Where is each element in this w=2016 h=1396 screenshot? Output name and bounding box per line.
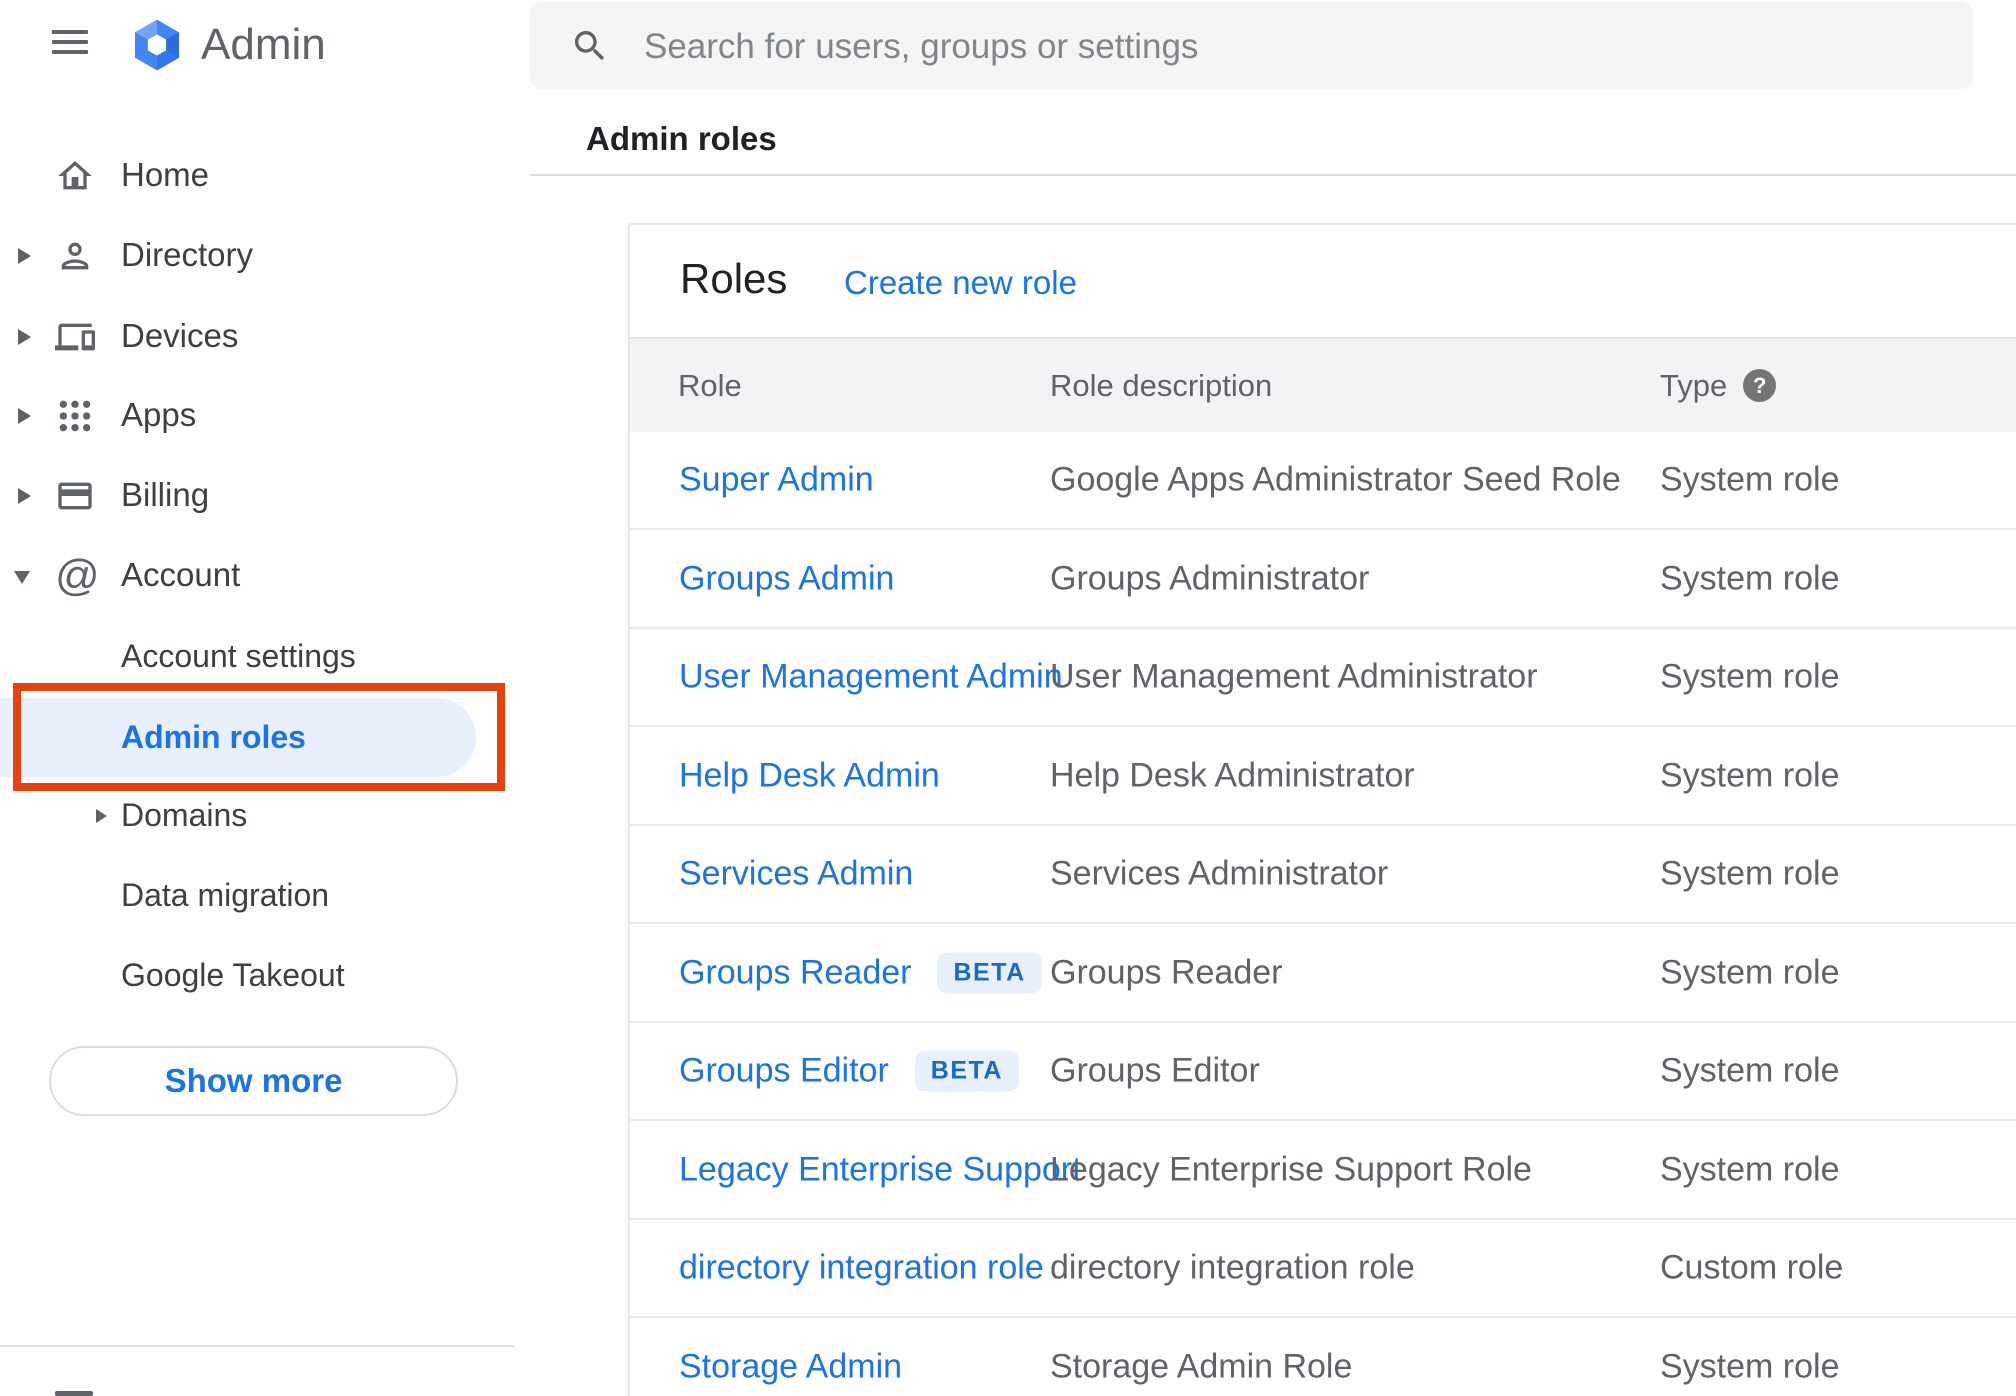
breadcrumb: Admin roles bbox=[586, 120, 777, 157]
app-title: Admin bbox=[201, 20, 326, 69]
column-header-role: Role bbox=[678, 367, 742, 403]
roles-card: Roles Create new role Role Role descript… bbox=[628, 223, 2016, 1396]
role-description: User Management Administrator bbox=[1050, 657, 1538, 696]
sidebar-item-apps[interactable]: Apps bbox=[0, 376, 514, 456]
table-row: Legacy Enterprise Support Legacy Enterpr… bbox=[630, 1122, 2016, 1220]
sidebar-item-directory[interactable]: Directory bbox=[0, 216, 514, 296]
role-link[interactable]: Storage Admin bbox=[679, 1348, 902, 1387]
sidebar-item-label: Data migration bbox=[121, 876, 330, 913]
table-row: Super Admin Google Apps Administrator Se… bbox=[630, 432, 2016, 530]
sidebar-item-billing[interactable]: Billing bbox=[0, 456, 514, 536]
sidebar-item-label: Account settings bbox=[121, 637, 356, 674]
sidebar-item-label: Devices bbox=[121, 317, 239, 355]
chevron-right-icon bbox=[96, 809, 107, 823]
show-more-label: Show more bbox=[164, 1062, 343, 1099]
table-row: directory integration role directory int… bbox=[630, 1220, 2016, 1318]
table-row: Help Desk Admin Help Desk Administrator … bbox=[630, 728, 2016, 826]
role-description: Legacy Enterprise Support Role bbox=[1050, 1150, 1532, 1189]
sidebar-divider bbox=[0, 1345, 514, 1347]
sidebar-item-domains[interactable]: Domains bbox=[0, 776, 514, 856]
sidebar-item-data-migration[interactable]: Data migration bbox=[0, 856, 514, 936]
role-type: Custom role bbox=[1660, 1248, 1844, 1287]
chevron-right-icon bbox=[18, 329, 31, 345]
sidebar-item-label: Admin roles bbox=[121, 718, 306, 755]
sidebar-item-label: Apps bbox=[121, 396, 197, 434]
role-type: System role bbox=[1660, 1347, 1840, 1386]
role-type: System role bbox=[1660, 460, 1840, 499]
role-description: Groups Reader bbox=[1050, 953, 1283, 992]
search-input[interactable] bbox=[642, 2, 1946, 91]
table-row: Services Admin Services Administrator Sy… bbox=[630, 826, 2016, 924]
devices-icon bbox=[55, 317, 95, 357]
sidebar-item-label: Home bbox=[121, 156, 210, 194]
column-header-type: Type ? bbox=[1660, 368, 1777, 404]
apps-grid-icon bbox=[55, 396, 95, 436]
help-icon[interactable]: ? bbox=[1743, 369, 1777, 402]
role-type: System role bbox=[1660, 657, 1840, 696]
sidebar-item-account[interactable]: @ Account bbox=[0, 536, 514, 616]
sidebar-item-label: Account bbox=[121, 556, 241, 594]
role-type: System role bbox=[1660, 953, 1840, 992]
role-description: Help Desk Administrator bbox=[1050, 756, 1415, 795]
role-description: Google Apps Administrator Seed Role bbox=[1050, 460, 1621, 499]
sidebar-item-admin-roles[interactable]: Admin roles bbox=[0, 698, 476, 777]
menu-icon[interactable] bbox=[52, 30, 88, 54]
show-more-button[interactable]: Show more bbox=[49, 1046, 458, 1116]
at-sign-icon: @ bbox=[55, 551, 100, 600]
sidebar-item-label: Google Takeout bbox=[121, 956, 345, 993]
beta-badge: BETA bbox=[937, 952, 1042, 994]
role-link[interactable]: directory integration role bbox=[679, 1249, 1044, 1288]
home-icon bbox=[55, 156, 95, 196]
table-row: User Management Admin User Management Ad… bbox=[630, 629, 2016, 727]
chevron-down-icon bbox=[14, 571, 30, 584]
sidebar-item-account-settings[interactable]: Account settings bbox=[0, 617, 514, 697]
role-type: System role bbox=[1660, 756, 1840, 795]
sidebar: Admin Home Directory Devices Apps Billin… bbox=[0, 0, 514, 1396]
beta-badge: BETA bbox=[914, 1050, 1019, 1092]
search-icon bbox=[570, 26, 610, 66]
role-description: Groups Administrator bbox=[1050, 559, 1370, 598]
sidebar-item-label: Directory bbox=[121, 236, 254, 274]
role-link[interactable]: Groups Editor BETA bbox=[679, 1050, 1019, 1092]
role-description: Storage Admin Role bbox=[1050, 1347, 1353, 1386]
role-description: Groups Editor bbox=[1050, 1051, 1260, 1090]
table-row: Groups Admin Groups Administrator System… bbox=[630, 531, 2016, 629]
role-link[interactable]: Help Desk Admin bbox=[679, 757, 940, 796]
table-row: Storage Admin Storage Admin Role System … bbox=[630, 1319, 2016, 1396]
breadcrumb-divider bbox=[530, 174, 2016, 176]
sidebar-item-home[interactable]: Home bbox=[0, 136, 514, 216]
create-new-role-link[interactable]: Create new role bbox=[844, 264, 1077, 302]
table-row: Groups Editor BETA Groups Editor System r… bbox=[630, 1023, 2016, 1121]
role-link[interactable]: Groups Admin bbox=[679, 560, 894, 599]
person-icon bbox=[55, 236, 95, 276]
table-header: Role Role description Type ? bbox=[630, 337, 2016, 432]
role-link[interactable]: Legacy Enterprise Support bbox=[679, 1151, 1082, 1190]
search-bar[interactable] bbox=[530, 2, 1973, 91]
sidebar-item-google-takeout[interactable]: Google Takeout bbox=[0, 936, 514, 1016]
chevron-right-icon bbox=[18, 488, 31, 504]
column-header-description: Role description bbox=[1050, 367, 1273, 403]
role-type: System role bbox=[1660, 1150, 1840, 1189]
cutoff-menu-icon bbox=[55, 1391, 93, 1396]
role-type: System role bbox=[1660, 854, 1840, 893]
admin-logo-icon bbox=[126, 16, 188, 74]
sidebar-item-label: Domains bbox=[121, 796, 248, 833]
chevron-right-icon bbox=[18, 408, 31, 424]
role-description: directory integration role bbox=[1050, 1248, 1415, 1287]
sidebar-item-devices[interactable]: Devices bbox=[0, 297, 514, 377]
page-title: Roles bbox=[680, 255, 788, 302]
role-type: System role bbox=[1660, 1051, 1840, 1090]
role-link[interactable]: Groups Reader BETA bbox=[679, 952, 1042, 994]
role-link[interactable]: Services Admin bbox=[679, 855, 913, 894]
sidebar-item-label: Billing bbox=[121, 476, 210, 514]
role-link[interactable]: Super Admin bbox=[679, 461, 874, 500]
table-row: Groups Reader BETA Groups Reader System r… bbox=[630, 925, 2016, 1023]
role-type: System role bbox=[1660, 559, 1840, 598]
admin-console-screen: Admin Home Directory Devices Apps Billin… bbox=[0, 0, 2016, 1396]
credit-card-icon bbox=[55, 476, 95, 516]
app-bar: Admin bbox=[0, 0, 514, 90]
role-description: Services Administrator bbox=[1050, 854, 1389, 893]
chevron-right-icon bbox=[18, 248, 31, 264]
role-link[interactable]: User Management Admin bbox=[679, 658, 1063, 697]
